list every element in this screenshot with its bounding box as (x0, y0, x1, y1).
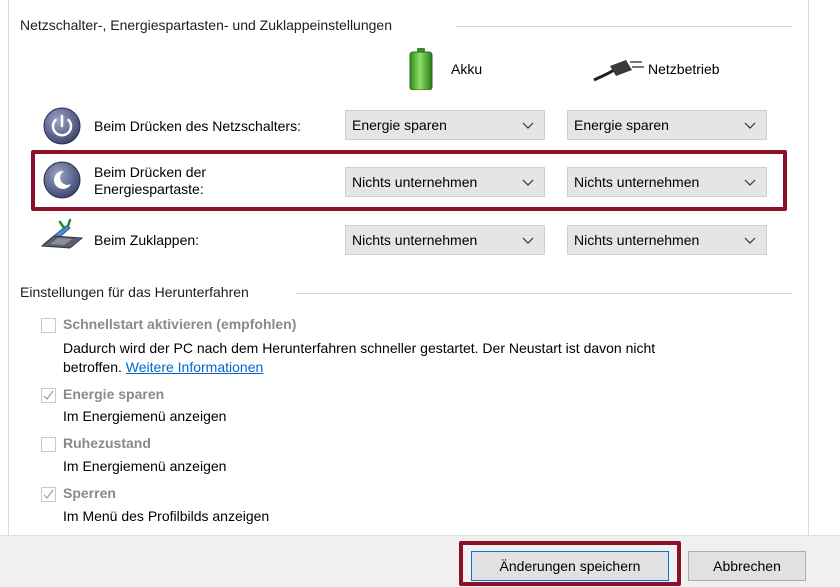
chevron-down-icon (744, 237, 756, 244)
dropdown-value: Nichts unternehmen (352, 174, 478, 190)
window-left-border (8, 0, 9, 535)
sleep-label-line1: Beim Drücken der (94, 164, 207, 180)
sleep-option-desc: Im Energiemenü anzeigen (63, 408, 227, 424)
dropdown-value: Nichts unternehmen (352, 232, 478, 248)
battery-column-header: Akku (451, 61, 483, 77)
fast-startup-desc-text: betroffen. (63, 359, 122, 375)
lid-close-plugged-dropdown[interactable]: Nichts unternehmen (567, 225, 767, 255)
fast-startup-desc-line1: Dadurch wird der PC nach dem Herunterfah… (63, 340, 656, 356)
lock-option-checkbox[interactable] (41, 487, 56, 502)
sleep-button-row-label: Beim Drücken der Energiespartaste: (94, 164, 206, 198)
chevron-down-icon (522, 122, 534, 129)
cancel-button[interactable]: Abbrechen (688, 551, 806, 581)
checkmark-icon (43, 489, 54, 499)
hibernate-option-title: Ruhezustand (63, 435, 151, 451)
lock-option-desc: Im Menü des Profilbilds anzeigen (63, 508, 270, 524)
sleep-button-icon (42, 160, 82, 200)
more-info-link[interactable]: Weitere Informationen (126, 359, 263, 375)
checkmark-icon (43, 390, 54, 400)
power-buttons-section-title: Netzschalter-, Energiespartasten- und Zu… (20, 17, 392, 33)
section-divider (456, 26, 792, 27)
power-button-icon (42, 106, 82, 146)
fast-startup-desc-line2: betroffen. Weitere Informationen (63, 359, 263, 375)
power-button-battery-dropdown[interactable]: Energie sparen (345, 110, 545, 140)
battery-icon (409, 48, 433, 91)
plugged-in-column-header: Netzbetrieb (648, 61, 720, 77)
shutdown-section-title: Einstellungen für das Herunterfahren (20, 284, 249, 300)
fast-startup-title: Schnellstart aktivieren (empfohlen) (63, 316, 297, 332)
dropdown-value: Nichts unternehmen (574, 232, 700, 248)
section-divider (296, 293, 792, 294)
power-button-row-label: Beim Drücken des Netzschalters: (94, 118, 301, 134)
power-button-plugged-dropdown[interactable]: Energie sparen (567, 110, 767, 140)
chevron-down-icon (744, 122, 756, 129)
sleep-button-plugged-dropdown[interactable]: Nichts unternehmen (567, 167, 767, 197)
dropdown-value: Energie sparen (352, 117, 447, 133)
power-plug-icon (592, 56, 644, 82)
dropdown-value: Energie sparen (574, 117, 669, 133)
hibernate-option-checkbox[interactable] (41, 437, 56, 452)
lock-option-title: Sperren (63, 485, 116, 501)
chevron-down-icon (522, 237, 534, 244)
save-changes-button[interactable]: Änderungen speichern (471, 551, 669, 581)
sleep-button-battery-dropdown[interactable]: Nichts unternehmen (345, 167, 545, 197)
sleep-label-line2: Energiespartaste: (94, 181, 204, 197)
fast-startup-checkbox[interactable] (41, 318, 56, 333)
chevron-down-icon (522, 179, 534, 186)
hibernate-option-desc: Im Energiemenü anzeigen (63, 458, 227, 474)
sleep-option-checkbox[interactable] (41, 388, 56, 403)
laptop-lid-icon (40, 218, 84, 258)
dropdown-value: Nichts unternehmen (574, 174, 700, 190)
window-right-border (808, 0, 809, 535)
lid-close-row-label: Beim Zuklappen: (94, 232, 200, 248)
lid-close-battery-dropdown[interactable]: Nichts unternehmen (345, 225, 545, 255)
chevron-down-icon (744, 179, 756, 186)
sleep-option-title: Energie sparen (63, 386, 165, 402)
